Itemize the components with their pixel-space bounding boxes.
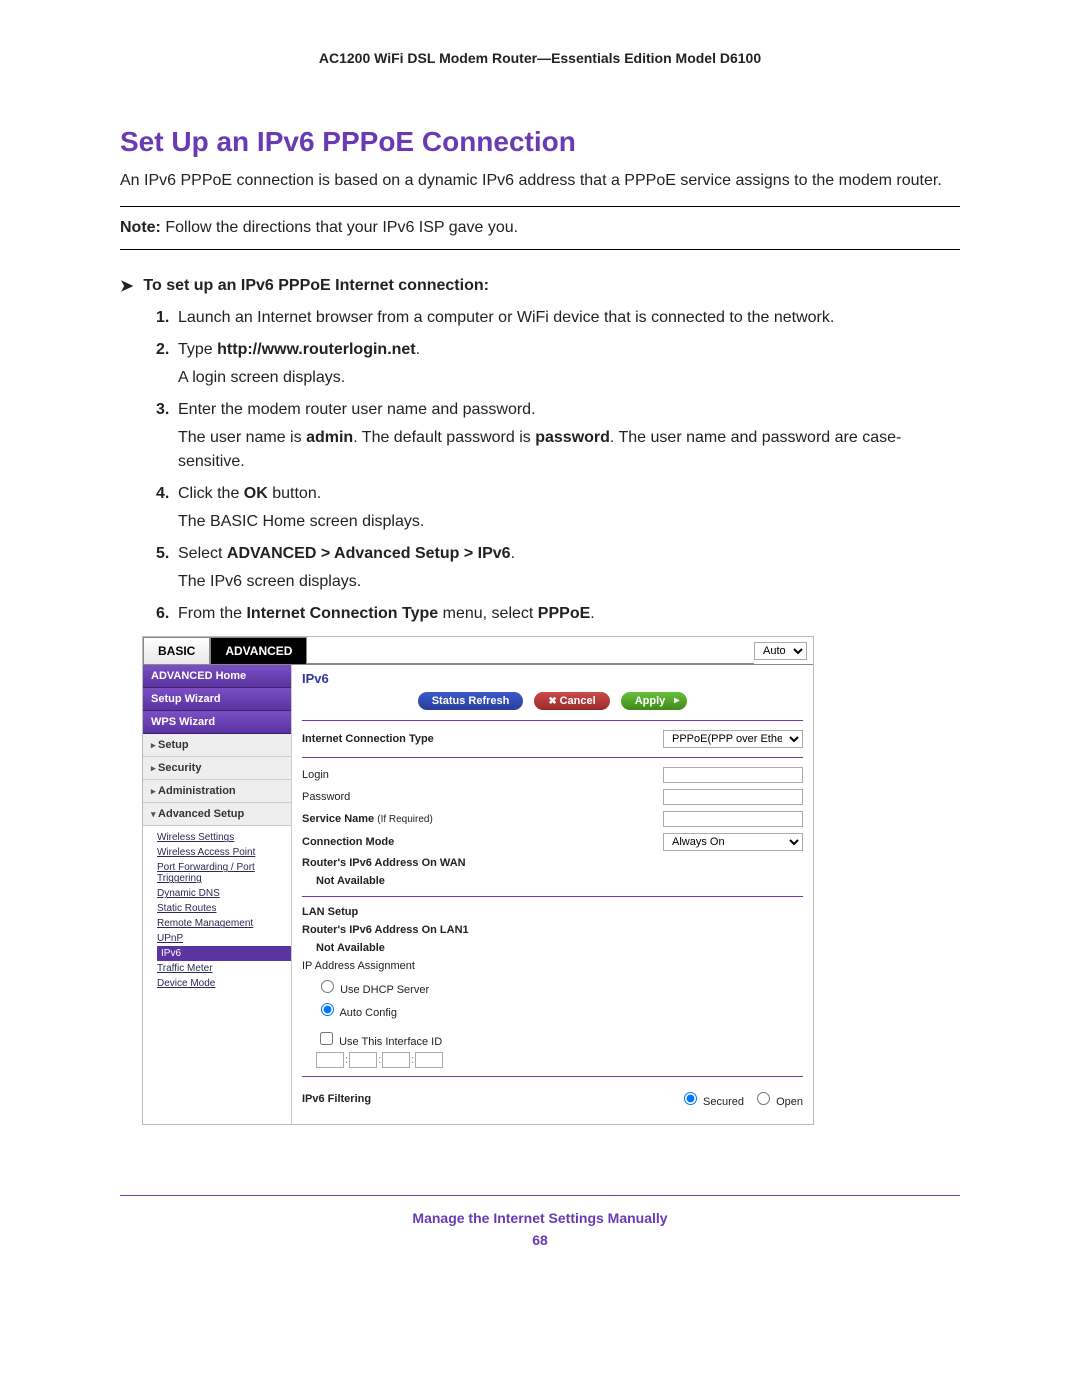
step-5-sub: The IPv6 screen displays. (178, 570, 960, 594)
link-wireless-access-point[interactable]: Wireless Access Point (157, 845, 291, 860)
lan-setup-label: LAN Setup (302, 906, 803, 918)
lan-addr-label: Router's IPv6 Address On LAN1 (302, 924, 803, 936)
link-traffic-meter[interactable]: Traffic Meter (157, 961, 291, 976)
lan-addr-value: Not Available (316, 942, 803, 954)
password-input[interactable] (663, 789, 803, 805)
sidebar: ADVANCED Home Setup Wizard WPS Wizard Se… (143, 665, 291, 1124)
sidebar-group-setup[interactable]: Setup (143, 734, 291, 757)
link-ipv6[interactable]: IPv6 (157, 946, 291, 961)
service-name-label: Service Name (If Required) (302, 813, 663, 825)
step-2-a: Type (178, 341, 217, 358)
ip-assign-label: IP Address Assignment (302, 960, 803, 972)
cancel-button[interactable]: Cancel (534, 692, 609, 710)
radio-auto-config[interactable]: Auto Config (316, 1007, 397, 1019)
link-upnp[interactable]: UPnP (157, 931, 291, 946)
interface-id-inputs[interactable]: ::: (316, 1050, 803, 1070)
chevron-right-icon: ➤ (120, 276, 133, 296)
sidebar-sublinks: Wireless Settings Wireless Access Point … (143, 826, 291, 995)
service-name-input[interactable] (663, 811, 803, 827)
wan-addr-value: Not Available (316, 875, 803, 887)
sidebar-item-advanced-home[interactable]: ADVANCED Home (143, 665, 291, 688)
note-text: Follow the directions that your IPv6 ISP… (161, 219, 518, 236)
section-title: Set Up an IPv6 PPPoE Connection (120, 126, 960, 158)
note-label: Note: (120, 219, 161, 236)
apply-button[interactable]: Apply (621, 692, 688, 710)
wan-addr-label: Router's IPv6 Address On WAN (302, 857, 803, 869)
link-remote-management[interactable]: Remote Management (157, 916, 291, 931)
ict-select[interactable]: PPPoE(PPP over Ethernet) (663, 730, 803, 748)
tab-advanced[interactable]: ADVANCED (210, 637, 307, 664)
footer-title: Manage the Internet Settings Manually (120, 1196, 960, 1226)
step-2-sub: A login screen displays. (178, 366, 960, 390)
content-panel: IPv6 Status Refresh Cancel Apply Interne… (291, 665, 813, 1124)
steps-list: 1.Launch an Internet browser from a comp… (120, 306, 960, 626)
task-heading: ➤ To set up an IPv6 PPPoE Internet conne… (120, 276, 960, 296)
link-dynamic-dns[interactable]: Dynamic DNS (157, 886, 291, 901)
sidebar-item-setup-wizard[interactable]: Setup Wizard (143, 688, 291, 711)
radio-dhcp[interactable]: Use DHCP Server (316, 984, 429, 996)
connection-mode-select[interactable]: Always On (663, 833, 803, 851)
note-box: Note: Follow the directions that your IP… (120, 206, 960, 250)
login-input[interactable] (663, 767, 803, 783)
router-ui-screenshot: BASIC ADVANCED Auto ADVANCED Home Setup … (142, 636, 814, 1125)
page-number: 68 (120, 1226, 960, 1248)
step-2-url: http://www.routerlogin.net (217, 341, 416, 358)
sidebar-item-wps-wizard[interactable]: WPS Wizard (143, 711, 291, 734)
intro-paragraph: An IPv6 PPPoE connection is based on a d… (120, 170, 960, 192)
sidebar-group-security[interactable]: Security (143, 757, 291, 780)
doc-header: AC1200 WiFi DSL Modem Router—Essentials … (120, 50, 960, 66)
ict-label: Internet Connection Type (302, 733, 663, 745)
link-static-routes[interactable]: Static Routes (157, 901, 291, 916)
status-refresh-button[interactable]: Status Refresh (418, 692, 524, 710)
step-3-sub: The user name is admin. The default pass… (178, 426, 960, 474)
language-select[interactable]: Auto (754, 642, 807, 660)
ipv6-filtering-label: IPv6 Filtering (302, 1093, 671, 1105)
content-title: IPv6 (302, 671, 803, 686)
link-device-mode[interactable]: Device Mode (157, 976, 291, 991)
connection-mode-label: Connection Mode (302, 836, 663, 848)
sidebar-group-administration[interactable]: Administration (143, 780, 291, 803)
tab-basic[interactable]: BASIC (143, 637, 210, 664)
login-label: Login (302, 769, 663, 781)
step-4-sub: The BASIC Home screen displays. (178, 510, 960, 534)
radio-open[interactable]: Open (752, 1089, 803, 1108)
link-wireless-settings[interactable]: Wireless Settings (157, 830, 291, 845)
link-port-forwarding[interactable]: Port Forwarding / Port Triggering (157, 860, 291, 886)
checkbox-interface-id[interactable]: Use This Interface ID (316, 1036, 442, 1048)
radio-secured[interactable]: Secured (679, 1089, 744, 1108)
password-label: Password (302, 791, 663, 803)
sidebar-group-advanced-setup[interactable]: Advanced Setup (143, 803, 291, 826)
task-title: To set up an IPv6 PPPoE Internet connect… (143, 277, 489, 295)
step-1: Launch an Internet browser from a comput… (178, 309, 834, 326)
step-3: Enter the modem router user name and pas… (178, 401, 536, 418)
